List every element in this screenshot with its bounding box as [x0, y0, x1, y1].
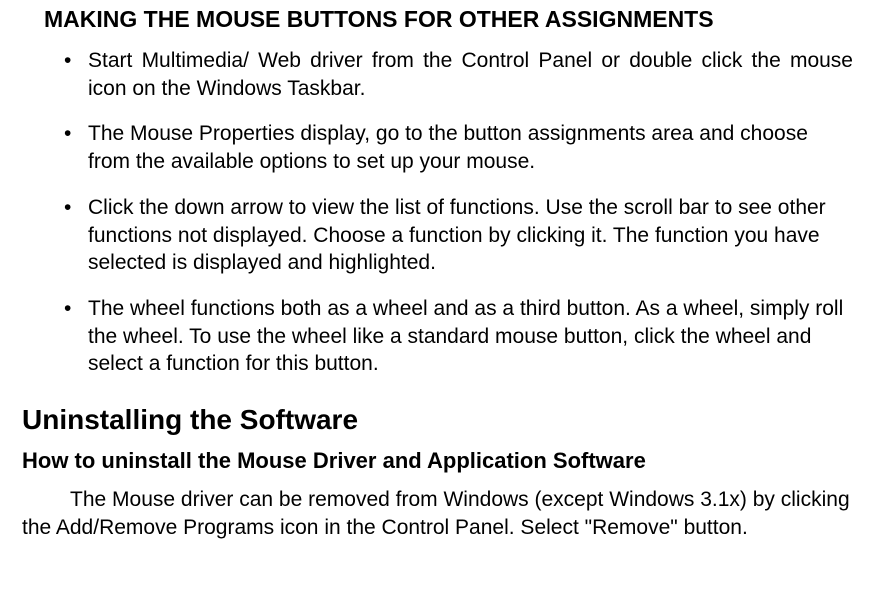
- paragraph-uninstall: The Mouse driver can be removed from Win…: [20, 486, 853, 541]
- section-heading-uninstall: Uninstalling the Software: [20, 404, 853, 436]
- section-subheading-uninstall: How to uninstall the Mouse Driver and Ap…: [20, 448, 853, 474]
- list-item: The wheel functions both as a wheel and …: [58, 295, 853, 378]
- list-item: Click the down arrow to view the list of…: [58, 194, 853, 277]
- bullet-list-assignments: Start Multimedia/ Web driver from the Co…: [20, 47, 853, 378]
- section-heading-assignments: MAKING THE MOUSE BUTTONS FOR OTHER ASSIG…: [20, 6, 853, 33]
- list-item: Start Multimedia/ Web driver from the Co…: [58, 47, 853, 102]
- list-item: The Mouse Properties display, go to the …: [58, 120, 853, 175]
